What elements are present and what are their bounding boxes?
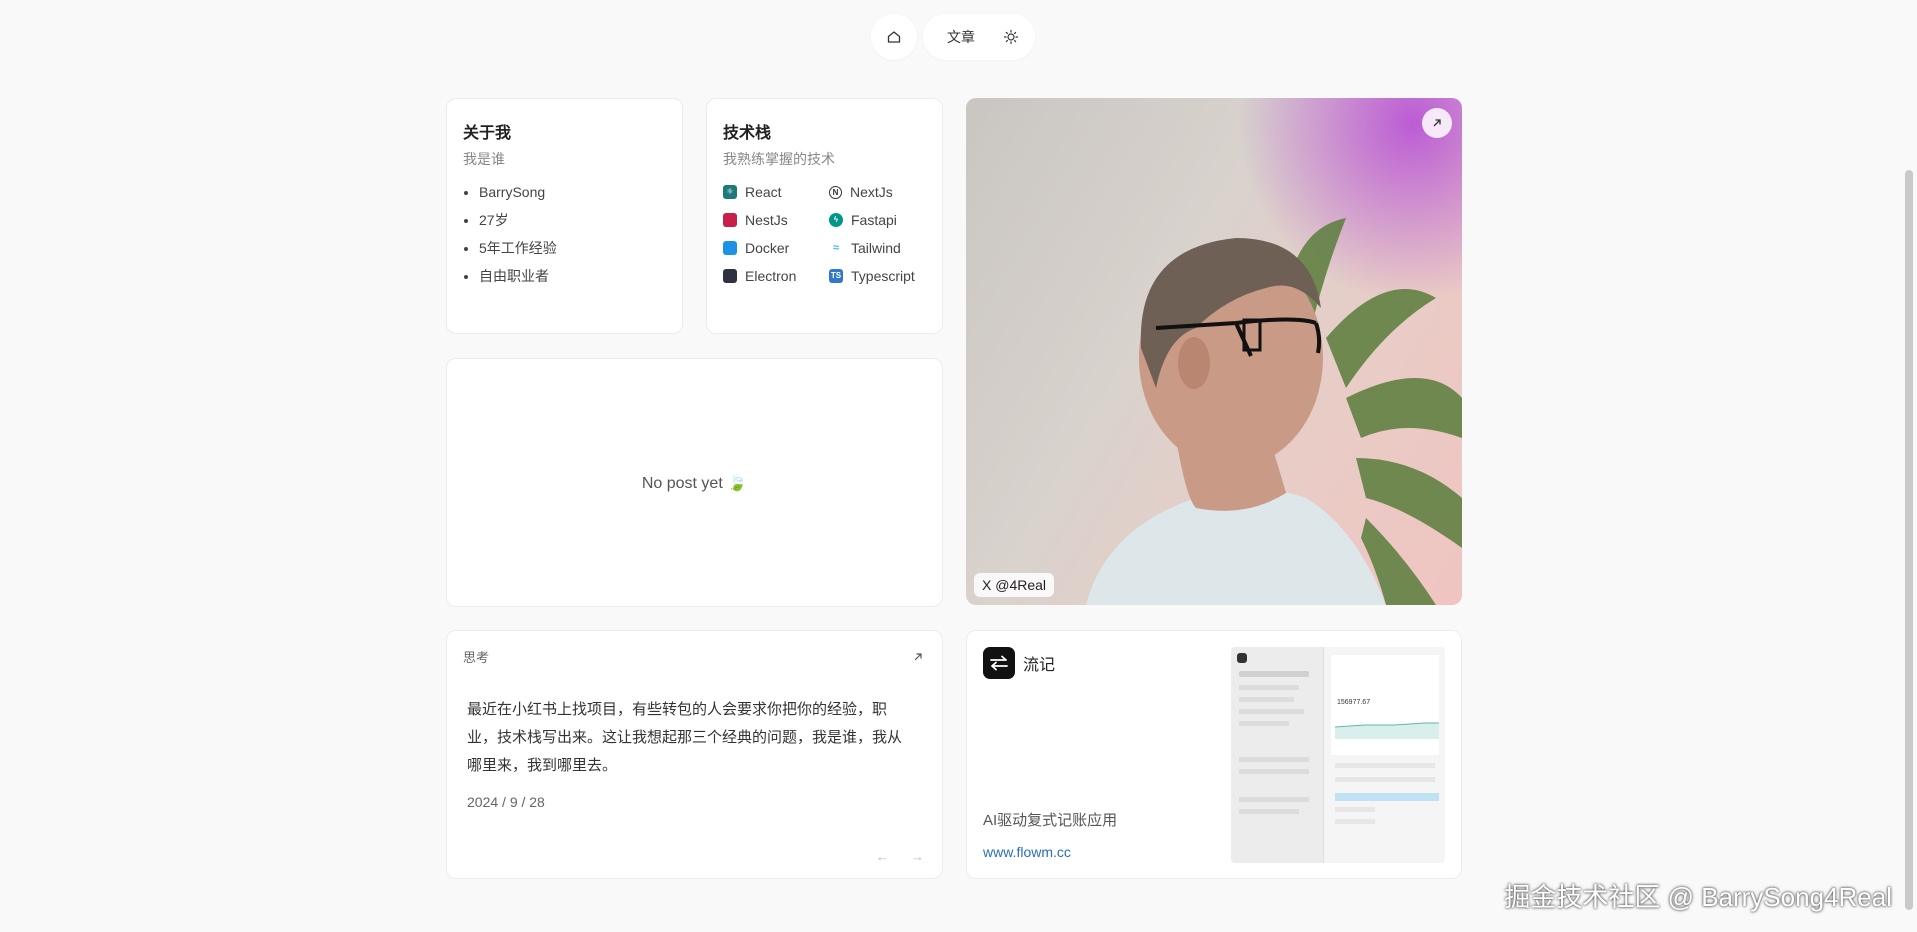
thought-body: 最近在小红书上找项目，有些转包的人会要求你把你的经验，职业，技术栈写出来。这让我… <box>467 701 903 774</box>
tech-label: Tailwind <box>851 240 901 256</box>
app-logo-icon <box>983 647 1015 679</box>
thought-label: 思考 <box>463 650 490 665</box>
tech-item-nestjs: NestJs <box>723 211 829 229</box>
no-post-text: No post yet 🍃 <box>641 474 748 492</box>
tech-item-tailwind: ≈ Tailwind <box>829 239 929 257</box>
app-preview-amount: 156977.67 <box>1337 699 1371 706</box>
app-url-link[interactable]: www.flowm.cc <box>983 844 1071 860</box>
about-item: 27岁 <box>479 211 666 229</box>
react-icon: ⚛ <box>723 185 737 199</box>
typescript-icon: TS <box>829 269 843 283</box>
tech-label: Electron <box>745 268 797 284</box>
thought-pager: ← → <box>876 849 924 864</box>
about-item: 自由职业者 <box>479 267 666 285</box>
about-list: BarrySong 27岁 5年工作经验 自由职业者 <box>463 183 666 285</box>
scrollbar-thumb[interactable] <box>1905 170 1913 910</box>
tech-label: Fastapi <box>851 212 897 228</box>
tailwind-icon: ≈ <box>829 241 843 255</box>
tech-label: NextJs <box>850 184 893 200</box>
nav-articles-link[interactable]: 文章 <box>947 27 975 47</box>
external-link-icon <box>914 652 922 660</box>
page-scrollbar[interactable] <box>1900 0 1917 932</box>
tech-label: Docker <box>745 240 790 256</box>
about-item: 5年工作经验 <box>479 239 666 257</box>
tech-item-fastapi: ϟ Fastapi <box>829 211 929 229</box>
about-card: 关于我 我是谁 BarrySong 27岁 5年工作经验 自由职业者 <box>446 98 683 334</box>
watermark: 掘金技术社区 @ BarrySong4Real <box>1504 882 1892 912</box>
electron-icon <box>723 269 737 283</box>
open-thought-button[interactable] <box>912 651 924 663</box>
thought-card: 思考 最近在小红书上找项目，有些转包的人会要求你把你的经验，职业，技术栈写出来。… <box>446 630 943 879</box>
tech-stack-card: 技术栈 我熟练掌握的技术 ⚛ React N NextJs NestJs ϟ F… <box>706 98 943 334</box>
fastapi-icon: ϟ <box>829 213 843 227</box>
tech-item-docker: Docker <box>723 239 829 257</box>
profile-photo <box>966 98 1462 605</box>
tech-grid: ⚛ React N NextJs NestJs ϟ Fastapi Docker… <box>723 183 926 285</box>
nestjs-icon <box>723 213 737 227</box>
about-title: 关于我 <box>463 125 512 142</box>
tech-item-typescript: TS Typescript <box>829 267 929 285</box>
tech-title: 技术栈 <box>723 125 772 142</box>
external-link-icon <box>1433 119 1441 127</box>
tech-label: Typescript <box>851 268 915 284</box>
posts-card: No post yet 🍃 <box>446 358 943 607</box>
prev-thought-button[interactable]: ← <box>876 849 889 864</box>
tech-label: React <box>745 184 782 200</box>
nextjs-icon: N <box>829 185 842 199</box>
next-thought-button[interactable]: → <box>911 849 924 864</box>
photo-card[interactable]: X @4Real <box>966 98 1462 605</box>
tech-item-react: ⚛ React <box>723 183 829 201</box>
tech-item-nextjs: N NextJs <box>829 183 929 201</box>
docker-icon <box>723 241 737 255</box>
app-name: 流记 <box>1023 657 1056 674</box>
thought-date: 2024 / 9 / 28 <box>467 794 545 810</box>
app-card[interactable]: 流记 156977.67 AI驱动复式记账应用 www.flowm.cc <box>966 630 1462 879</box>
home-icon <box>887 31 901 43</box>
open-photo-button[interactable] <box>1422 108 1452 138</box>
home-button[interactable] <box>871 14 917 60</box>
nav-pill: 文章 <box>923 14 1035 60</box>
photo-caption[interactable]: X @4Real <box>974 573 1055 597</box>
app-screenshot: 156977.67 <box>1231 647 1445 863</box>
app-description: AI驱动复式记账应用 <box>983 812 1118 829</box>
top-nav: 文章 <box>871 14 1035 60</box>
thought-header: 思考 <box>463 647 924 666</box>
theme-toggle-button[interactable] <box>1003 29 1019 45</box>
tech-subtitle: 我熟练掌握的技术 <box>723 151 835 167</box>
tech-label: NestJs <box>745 212 788 228</box>
about-subtitle: 我是谁 <box>463 151 505 167</box>
about-item: BarrySong <box>479 183 666 201</box>
tech-item-electron: Electron <box>723 267 829 285</box>
sun-icon <box>1003 29 1019 45</box>
